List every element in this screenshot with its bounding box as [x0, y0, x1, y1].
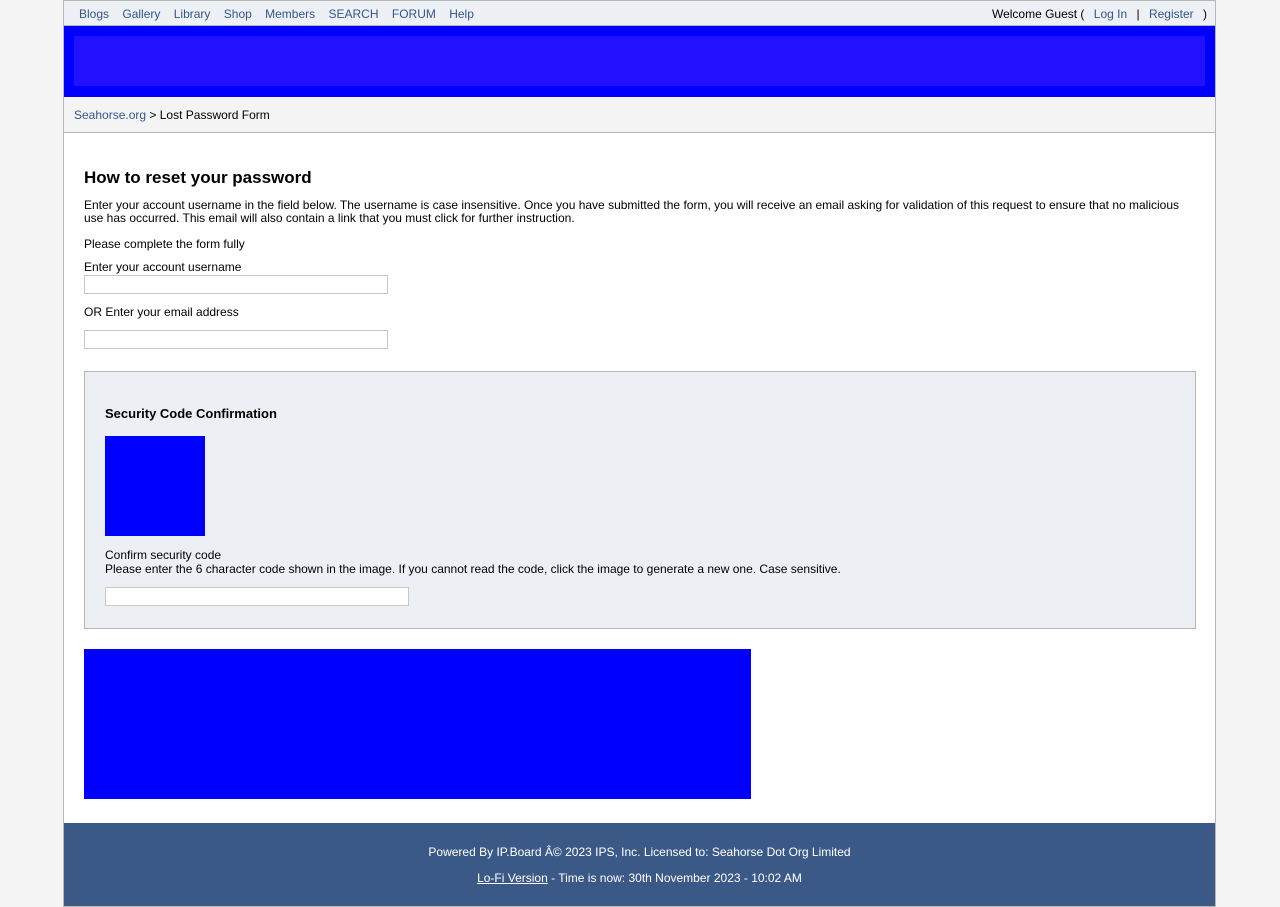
nav-link-library[interactable]: Library — [174, 7, 211, 21]
footer-time-line: Lo-Fi Version - Time is now: 30th Novemb… — [64, 871, 1215, 885]
breadcrumb-home-link[interactable]: Seahorse.org — [74, 108, 146, 122]
security-title: Security Code Confirmation — [105, 406, 277, 421]
email-input[interactable] — [84, 330, 388, 349]
security-code-input[interactable] — [105, 587, 409, 606]
nav-link-members[interactable]: Members — [265, 7, 315, 21]
user-bar-separator: | — [1136, 7, 1140, 21]
page-title: How to reset your password — [84, 168, 312, 187]
user-bar: Welcome Guest ( Log In | Register ) — [992, 7, 1207, 21]
submit-area-image[interactable] — [84, 649, 751, 799]
current-time-text: - Time is now: 30th November 2023 - 10:0… — [547, 871, 802, 885]
intro-text: Enter your account username in the field… — [84, 198, 1180, 225]
nav-link-shop[interactable]: Shop — [224, 7, 252, 21]
username-input[interactable] — [84, 275, 388, 294]
breadcrumb-separator: > — [149, 108, 157, 122]
complete-form-text: Please complete the form fully — [84, 237, 245, 251]
header-banner — [64, 26, 1215, 97]
username-label: Enter your account username — [84, 260, 242, 274]
nav-link-gallery[interactable]: Gallery — [122, 7, 160, 21]
top-navigation: Blogs Gallery Library Shop Members SEARC… — [64, 1, 1215, 26]
email-label: OR Enter your email address — [84, 305, 239, 319]
page-wrapper: Blogs Gallery Library Shop Members SEARC… — [63, 0, 1216, 907]
nav-links: Blogs Gallery Library Shop Members SEARC… — [79, 7, 484, 21]
powered-by-text: Powered By IP.Board Â© 2023 IPS, Inc. Li… — [428, 845, 851, 859]
nav-link-forum[interactable]: FORUM — [392, 7, 436, 21]
security-code-panel: Security Code Confirmation Confirm secur… — [84, 371, 1196, 629]
nav-link-help[interactable]: Help — [449, 7, 474, 21]
banner-image[interactable] — [74, 36, 1205, 86]
breadcrumb: Seahorse.org > Lost Password Form — [64, 97, 1215, 133]
nav-link-blogs[interactable]: Blogs — [79, 7, 109, 21]
nav-link-search[interactable]: SEARCH — [329, 7, 379, 21]
captcha-image[interactable] — [105, 436, 205, 536]
welcome-text: Welcome Guest ( — [991, 7, 1085, 21]
welcome-close-paren: ) — [1203, 7, 1207, 21]
login-link[interactable]: Log In — [1094, 7, 1127, 21]
confirm-code-label: Confirm security code — [105, 548, 222, 562]
footer: Powered By IP.Board Â© 2023 IPS, Inc. Li… — [64, 823, 1215, 906]
confirm-code-description: Please enter the 6 character code shown … — [105, 562, 841, 576]
lofi-version-link[interactable]: Lo-Fi Version — [477, 871, 548, 885]
register-link[interactable]: Register — [1149, 7, 1194, 21]
breadcrumb-current: Lost Password Form — [159, 108, 270, 122]
